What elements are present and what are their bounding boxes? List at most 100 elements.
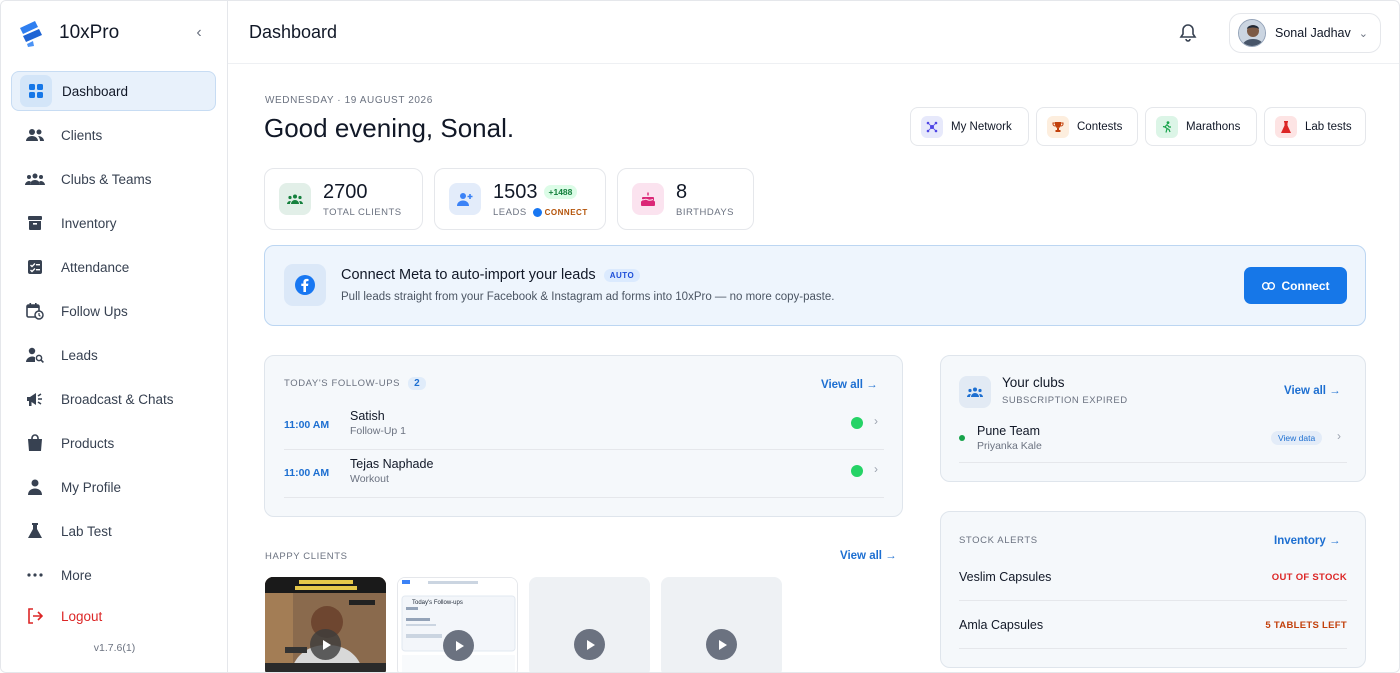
lab-tests-button[interactable]: Lab tests xyxy=(1264,107,1366,146)
sidebar-item-attendance[interactable]: Attendance xyxy=(11,247,216,287)
collapse-sidebar-icon[interactable]: ‹ xyxy=(189,23,209,43)
shopping-bag-icon xyxy=(23,431,47,455)
main-content: WEDNESDAY · 19 AUGUST 2026 Good evening,… xyxy=(228,64,1399,672)
play-icon[interactable] xyxy=(706,629,737,660)
sidebar-item-dashboard[interactable]: Dashboard xyxy=(11,71,216,111)
followup-type: Follow-Up 1 xyxy=(350,425,407,437)
followups-count-badge: 2 xyxy=(408,377,427,390)
stat-total-clients[interactable]: 2700 TOTAL CLIENTS xyxy=(264,168,423,230)
quick-link-label: Marathons xyxy=(1186,120,1241,133)
stat-leads[interactable]: 1503 +1488 LEADS CONNECT xyxy=(434,168,606,230)
current-date: WEDNESDAY · 19 AUGUST 2026 xyxy=(265,95,433,106)
quick-link-label: Lab tests xyxy=(1305,120,1352,133)
sidebar-item-more[interactable]: More xyxy=(11,555,216,595)
network-icon xyxy=(921,115,943,138)
grid-icon xyxy=(20,75,52,107)
clubs-title: Your clubs xyxy=(1002,375,1065,390)
marathons-button[interactable]: Marathons xyxy=(1145,107,1257,146)
video-thumbnail[interactable]: Today's Follow-ups xyxy=(397,577,518,672)
brand-name: 10xPro xyxy=(59,22,120,43)
sidebar-item-label: More xyxy=(61,567,92,583)
archive-icon xyxy=(23,211,47,235)
sidebar-item-label: Logout xyxy=(61,608,103,624)
followups-title: TODAY'S FOLLOW-UPS xyxy=(284,378,401,389)
my-network-button[interactable]: My Network xyxy=(910,107,1029,146)
whatsapp-icon[interactable] xyxy=(851,465,863,477)
logout-icon xyxy=(23,604,47,628)
sidebar-item-label: Follow Ups xyxy=(61,303,128,319)
groups-icon xyxy=(959,376,991,408)
brand-logo-icon xyxy=(20,21,42,47)
stat-birthdays[interactable]: 8 BIRTHDAYS xyxy=(617,168,754,230)
stat-label: TOTAL CLIENTS xyxy=(323,206,402,218)
clubs-card: Your clubs SUBSCRIPTION EXPIRED View all… xyxy=(940,355,1366,482)
view-data-button[interactable]: View data xyxy=(1271,431,1323,445)
video-thumbnail[interactable] xyxy=(265,577,386,672)
bell-icon[interactable] xyxy=(1178,23,1198,43)
flask-icon xyxy=(23,519,47,543)
connect-button[interactable]: Connect xyxy=(1244,267,1347,304)
chevron-right-icon: › xyxy=(874,414,878,428)
sidebar-item-logout[interactable]: Logout xyxy=(11,599,216,633)
greeting: Good evening, Sonal. xyxy=(264,113,515,143)
users-icon xyxy=(279,183,311,215)
sidebar-item-clubs-teams[interactable]: Clubs & Teams xyxy=(11,159,216,199)
app-version: v1.7.6(1) xyxy=(93,642,136,654)
status-dot xyxy=(959,435,965,441)
person-add-icon xyxy=(449,183,481,215)
stock-row[interactable]: Veslim Capsules OUT OF STOCK xyxy=(959,553,1347,601)
followup-row[interactable]: 11:00 AM Tejas Naphade Workout › xyxy=(284,450,884,498)
sidebar-item-my-profile[interactable]: My Profile xyxy=(11,467,216,507)
stock-alerts-card: STOCK ALERTS Inventory → Veslim Capsules… xyxy=(940,511,1366,668)
person-search-icon xyxy=(23,343,47,367)
sidebar-item-label: Clients xyxy=(61,127,103,143)
user-menu[interactable]: Sonal Jadhav ⌄ xyxy=(1229,13,1381,53)
flask-icon xyxy=(1275,115,1297,138)
clubs-view-all-link[interactable]: View all → xyxy=(1284,385,1341,397)
club-row[interactable]: Pune Team Priyanka Kale View data › xyxy=(959,418,1347,463)
sidebar-item-label: Dashboard xyxy=(62,83,129,99)
avatar xyxy=(1238,19,1266,47)
play-icon[interactable] xyxy=(443,630,474,661)
video-thumbnail[interactable] xyxy=(661,577,782,672)
whatsapp-icon[interactable] xyxy=(851,417,863,429)
club-name: Pune Team xyxy=(977,424,1041,438)
top-header: Dashboard Sonal Jadhav ⌄ xyxy=(228,1,1399,64)
sidebar-item-broadcast-chats[interactable]: Broadcast & Chats xyxy=(11,379,216,419)
sidebar-item-inventory[interactable]: Inventory xyxy=(11,203,216,243)
sidebar-item-label: Leads xyxy=(61,347,98,363)
inventory-link[interactable]: Inventory → xyxy=(1274,535,1340,547)
stock-row[interactable]: Amla Capsules 5 TABLETS LEFT xyxy=(959,601,1347,649)
followup-type: Workout xyxy=(350,473,389,485)
play-icon[interactable] xyxy=(310,629,341,660)
video-thumbnail[interactable] xyxy=(529,577,650,672)
sidebar-item-products[interactable]: Products xyxy=(11,423,216,463)
person-icon xyxy=(23,475,47,499)
megaphone-icon xyxy=(23,387,47,411)
sidebar-item-label: Inventory xyxy=(61,215,117,231)
followups-view-all-link[interactable]: View all → xyxy=(821,379,878,391)
stat-label: LEADS xyxy=(493,206,527,218)
sidebar-item-lab-test[interactable]: Lab Test xyxy=(11,511,216,551)
calendar-clock-icon xyxy=(23,299,47,323)
sidebar-item-label: Attendance xyxy=(61,259,130,275)
contests-button[interactable]: Contests xyxy=(1036,107,1138,146)
brand[interactable]: 10xPro xyxy=(17,17,119,49)
play-icon[interactable] xyxy=(574,629,605,660)
sidebar-item-leads[interactable]: Leads xyxy=(11,335,216,375)
sidebar-item-follow-ups[interactable]: Follow Ups xyxy=(11,291,216,331)
groups-icon xyxy=(23,167,47,191)
users-icon xyxy=(23,123,47,147)
meta-connect-banner: Connect Meta to auto-import your leads AU… xyxy=(264,245,1366,326)
facebook-icon xyxy=(284,264,326,306)
sidebar-nav: Dashboard Clients Clubs & Teams Inventor… xyxy=(11,71,216,637)
followup-row[interactable]: 11:00 AM Satish Follow-Up 1 › xyxy=(284,402,884,450)
more-dots-icon xyxy=(23,563,47,587)
stat-label: BIRTHDAYS xyxy=(676,206,734,218)
happy-clients-view-all-link[interactable]: View all → xyxy=(840,550,897,562)
checklist-icon xyxy=(23,255,47,279)
sidebar-item-clients[interactable]: Clients xyxy=(11,115,216,155)
stock-product-name: Amla Capsules xyxy=(959,618,1044,632)
followup-time: 11:00 AM xyxy=(284,419,330,431)
auto-badge: AUTO xyxy=(603,268,641,282)
